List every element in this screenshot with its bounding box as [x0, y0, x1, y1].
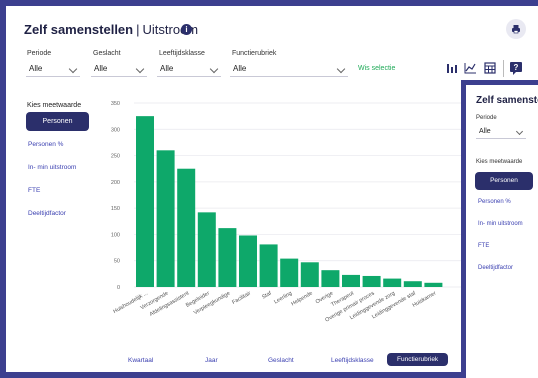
filter-label-leeftijdsklasse: Leeftijdsklasse	[159, 50, 205, 57]
x-tick-label: Helpende	[290, 291, 313, 308]
x-tick-label: Huiskamer	[412, 290, 438, 308]
page-title-main: Zelf samenstellen	[24, 22, 134, 37]
measure-option-personen[interactable]: Personen	[26, 112, 89, 131]
chevron-down-icon	[135, 64, 145, 74]
overlay-filter-value: Alle	[479, 128, 491, 135]
page-title: Zelf samenstellen | Uitstroom	[24, 22, 198, 37]
clear-selection-link[interactable]: Wis selectie	[358, 65, 395, 72]
tab-jaar[interactable]: Jaar	[205, 357, 218, 364]
chevron-down-icon	[515, 127, 524, 136]
x-tick-label: Staf	[261, 290, 273, 300]
y-tick-label: 0	[117, 285, 120, 291]
print-button[interactable]	[506, 19, 526, 39]
main-panel: Zelf samenstellen | Uitstroom i Periode Al…	[6, 6, 538, 372]
tab-kwartaal[interactable]: Kwartaal	[128, 357, 153, 364]
filter-label-functierubriek: Functierubriek	[232, 50, 277, 57]
printer-icon	[512, 25, 520, 34]
table-icon[interactable]	[483, 61, 497, 75]
title-separator: |	[136, 22, 140, 37]
x-tick-label: Verpleegkundige	[193, 291, 231, 317]
bar-chart-icon[interactable]	[445, 61, 459, 75]
bar[interactable]	[300, 262, 319, 287]
y-tick-label: 100	[111, 232, 120, 238]
measure-heading: Kies meetwaarde	[27, 102, 82, 109]
bar[interactable]	[280, 258, 299, 287]
bar[interactable]	[177, 168, 196, 287]
measure-option-deeltijdfactor[interactable]: Deeltijdfactor	[28, 210, 66, 217]
bar[interactable]	[259, 244, 278, 287]
overlay-filter-label: Periode	[476, 115, 497, 121]
bar[interactable]	[239, 235, 257, 287]
y-tick-label: 200	[111, 180, 120, 186]
overlay-measure-fte[interactable]: FTE	[478, 243, 489, 249]
chevron-down-icon	[209, 64, 219, 74]
filter-value: Alle	[160, 64, 174, 73]
tab-geslacht[interactable]: Geslacht	[268, 357, 294, 364]
filter-value: Alle	[94, 64, 108, 73]
overlay-measure-personen-pct[interactable]: Personen %	[478, 199, 511, 205]
toolbar-divider	[503, 60, 504, 77]
overlay-measure-in-min-uitstroom[interactable]: In- min uitstroom	[478, 221, 523, 227]
overlay-title: Zelf samenstellen	[476, 95, 538, 106]
bar[interactable]	[156, 150, 175, 287]
bar[interactable]	[424, 282, 443, 287]
info-icon[interactable]: i	[181, 24, 192, 35]
overlay-panel: Zelf samenstellen Periode Alle Kies meet…	[461, 80, 538, 378]
filter-select-functierubriek[interactable]: Alle	[230, 61, 348, 77]
tab-leeftijdsklasse[interactable]: Leeftijdsklasse	[331, 357, 374, 364]
filter-value: Alle	[29, 64, 43, 73]
bar[interactable]	[218, 228, 237, 287]
filter-select-leeftijdsklasse[interactable]: Alle	[157, 61, 221, 77]
help-icon[interactable]: ?	[509, 61, 523, 75]
filter-select-geslacht[interactable]: Alle	[91, 61, 147, 77]
filter-select-periode[interactable]: Alle	[26, 61, 80, 77]
bar[interactable]	[136, 116, 154, 287]
bar-chart: 050100150200250300350Huishoudelijk ...Ve…	[111, 101, 462, 324]
bar[interactable]	[342, 274, 360, 287]
filter-label-geslacht: Geslacht	[93, 50, 121, 57]
filter-label-periode: Periode	[27, 50, 52, 57]
measure-option-fte[interactable]: FTE	[28, 187, 40, 194]
x-tick-label: Facilitair	[231, 290, 252, 306]
y-tick-label: 300	[111, 127, 120, 133]
measure-option-in-min-uitstroom[interactable]: In- min uitstroom	[28, 164, 76, 171]
line-chart-icon[interactable]	[463, 61, 477, 75]
y-tick-label: 50	[114, 259, 120, 265]
bar[interactable]	[362, 275, 381, 287]
y-tick-label: 250	[111, 154, 120, 160]
chevron-down-icon	[336, 64, 346, 74]
overlay-filter-select[interactable]: Alle	[476, 125, 526, 139]
chevron-down-icon	[68, 64, 78, 74]
y-tick-label: 150	[111, 206, 120, 212]
bar[interactable]	[197, 212, 216, 287]
overlay-measure-heading: Kies meetwaarde	[476, 159, 523, 165]
bar[interactable]	[321, 270, 340, 287]
overlay-measure-personen[interactable]: Personen	[475, 172, 533, 190]
overlay-measure-deeltijdfactor[interactable]: Deeltijdfactor	[478, 265, 513, 271]
svg-text:?: ?	[514, 63, 519, 72]
filter-value: Alle	[233, 64, 247, 73]
bar[interactable]	[383, 278, 402, 287]
measure-option-personen-pct[interactable]: Personen %	[28, 141, 63, 148]
y-tick-label: 350	[111, 101, 120, 107]
tab-functierubriek[interactable]: Functierubriek	[387, 353, 449, 366]
bar[interactable]	[403, 281, 422, 287]
